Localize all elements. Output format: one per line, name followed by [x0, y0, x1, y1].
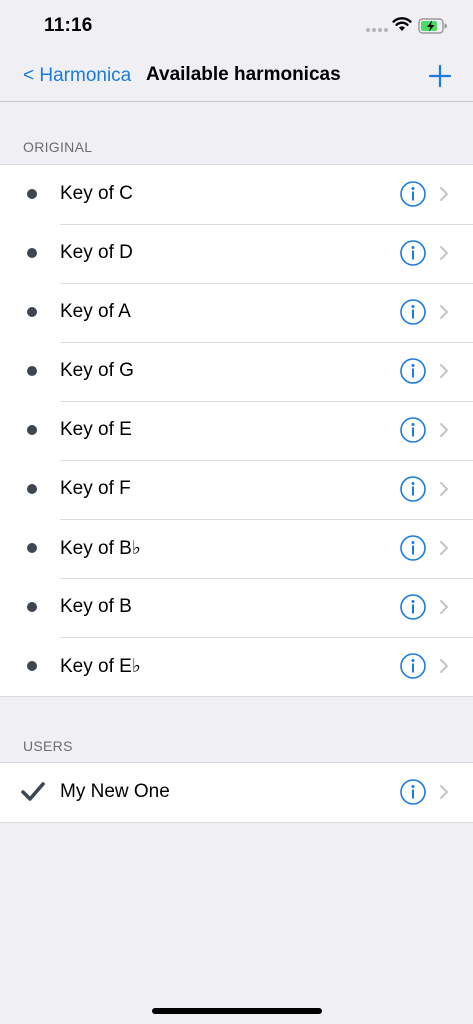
info-icon[interactable]: [400, 240, 426, 266]
list-item[interactable]: Key of E♭: [0, 637, 473, 696]
list-item-label: Key of D: [60, 242, 133, 263]
chevron-right-icon: [440, 785, 448, 799]
page-title: Available harmonicas: [146, 64, 341, 85]
info-icon[interactable]: [400, 299, 426, 325]
info-icon[interactable]: [400, 594, 426, 620]
list-item[interactable]: Key of B: [0, 578, 473, 637]
navigation-bar: < Harmonica Available harmonicas: [0, 50, 473, 102]
back-button[interactable]: < Harmonica: [23, 65, 131, 87]
cellular-signal-icon: [366, 28, 388, 32]
list-item-label: Key of B: [60, 596, 132, 617]
list-item-label: Key of B♭: [60, 538, 141, 559]
chevron-right-icon: [440, 659, 448, 673]
list-item[interactable]: Key of F: [0, 460, 473, 519]
info-icon[interactable]: [400, 653, 426, 679]
chevron-right-icon: [440, 600, 448, 614]
bullet-icon: [27, 543, 37, 553]
status-bar: 11:16: [0, 0, 473, 50]
list-item[interactable]: Key of A: [0, 283, 473, 342]
list-item-label: Key of A: [60, 301, 131, 322]
list-item-label: My New One: [60, 781, 170, 802]
bullet-icon: [27, 189, 37, 199]
list-item-label: Key of G: [60, 360, 134, 381]
bullet-icon: [27, 307, 37, 317]
bullet-icon: [27, 366, 37, 376]
wifi-icon: [392, 17, 412, 31]
chevron-right-icon: [440, 364, 448, 378]
info-icon[interactable]: [400, 535, 426, 561]
list-item-label: Key of C: [60, 183, 133, 204]
bullet-icon: [27, 248, 37, 258]
list-item-label: Key of F: [60, 478, 131, 499]
checkmark-icon: [21, 782, 45, 801]
chevron-right-icon: [440, 246, 448, 260]
list-item-label: Key of E♭: [60, 656, 141, 677]
chevron-right-icon: [440, 423, 448, 437]
list-item-label: Key of E: [60, 419, 132, 440]
info-icon[interactable]: [400, 358, 426, 384]
section-header-original: ORIGINAL: [23, 139, 93, 155]
chevron-right-icon: [440, 187, 448, 201]
list-item[interactable]: Key of G: [0, 342, 473, 401]
chevron-right-icon: [440, 541, 448, 555]
list-item[interactable]: Key of D: [0, 224, 473, 283]
list-item[interactable]: Key of E: [0, 401, 473, 460]
bullet-icon: [27, 425, 37, 435]
bullet-icon: [27, 602, 37, 612]
info-icon[interactable]: [400, 476, 426, 502]
info-icon[interactable]: [400, 417, 426, 443]
battery-charging-icon: [418, 18, 447, 34]
add-icon[interactable]: [426, 62, 454, 90]
bullet-icon: [27, 484, 37, 494]
status-time: 11:16: [44, 15, 93, 36]
chevron-right-icon: [440, 482, 448, 496]
info-icon[interactable]: [400, 779, 426, 805]
list-item[interactable]: My New One: [0, 763, 473, 822]
original-harmonica-list: Key of C Key of D Key of A Key of G Key …: [0, 164, 473, 697]
list-item[interactable]: Key of C: [0, 165, 473, 224]
bullet-icon: [27, 661, 37, 671]
chevron-right-icon: [440, 305, 448, 319]
section-header-users: USERS: [23, 738, 73, 754]
user-harmonica-list: My New One: [0, 762, 473, 823]
info-icon[interactable]: [400, 181, 426, 207]
home-indicator[interactable]: [152, 1008, 322, 1014]
list-item[interactable]: Key of B♭: [0, 519, 473, 578]
